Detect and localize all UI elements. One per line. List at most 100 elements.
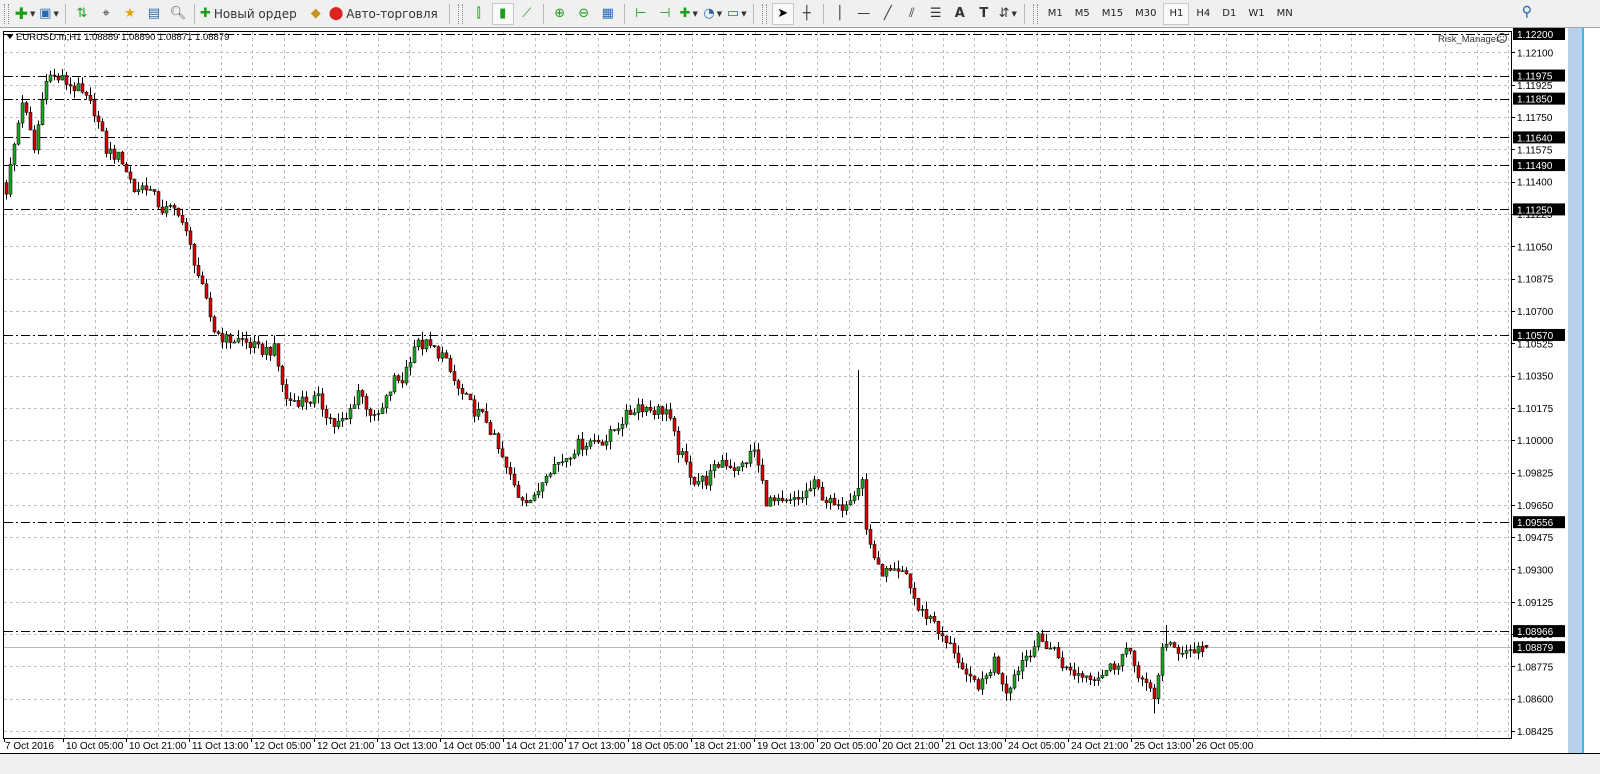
candlestick-chart-button[interactable]: ▮ <box>491 2 514 25</box>
bull-candle <box>680 451 685 455</box>
bull-candle <box>844 504 849 511</box>
bear-candle <box>640 404 645 413</box>
bull-candle <box>812 479 817 489</box>
bear-candle <box>956 652 961 664</box>
market-watch-button[interactable]: ⇅ <box>71 3 93 25</box>
metaeditor-button[interactable]: ◆ <box>305 3 327 25</box>
toolbar-grip[interactable] <box>761 3 767 24</box>
price-tick-label: 1.12100 <box>1517 48 1554 59</box>
bear-candle <box>1172 642 1177 648</box>
bear-candle <box>1044 641 1049 650</box>
trendline-button[interactable]: ╱ <box>877 3 899 25</box>
templates-button[interactable]: ▭ ▼ <box>726 3 748 25</box>
bear-candle <box>284 384 289 399</box>
bear-candle <box>132 178 137 192</box>
timeframe-mn[interactable]: MN <box>1272 3 1298 25</box>
timeframe-m5[interactable]: M5 <box>1070 3 1095 25</box>
bull-candle <box>556 461 561 465</box>
bear-candle <box>220 333 225 343</box>
periods-button[interactable]: ◔ ▼ <box>702 3 724 25</box>
text-label-button[interactable]: T <box>973 3 995 25</box>
timeframe-h1[interactable]: H1 <box>1163 2 1190 25</box>
bear-candle <box>916 598 921 611</box>
terminal-button[interactable]: ▤ <box>143 3 165 25</box>
timeframe-m15[interactable]: M15 <box>1097 3 1128 25</box>
timeframe-w1[interactable]: W1 <box>1243 3 1269 25</box>
timeframe-d1[interactable]: D1 <box>1217 3 1241 25</box>
autoscroll-button[interactable]: ⊢ <box>630 3 652 25</box>
bear-candle <box>124 163 129 173</box>
new-order-button[interactable]: ✚ Новый ордер <box>200 3 303 25</box>
bear-candle <box>228 334 233 343</box>
bear-candle <box>152 189 157 192</box>
bull-candle <box>380 407 385 414</box>
search-icon[interactable]: ⚲ <box>1522 4 1532 20</box>
bear-candle <box>52 74 57 77</box>
bar-chart-button[interactable]: ⫿ <box>468 3 490 25</box>
toolbar-grip[interactable] <box>1032 3 1038 24</box>
chart-shift-button[interactable]: ⊣ <box>654 3 676 25</box>
arrows-icon: ⇵ <box>998 6 1010 21</box>
level-price-label: 1.11850 <box>1517 95 1553 106</box>
timeframe-m1[interactable]: M1 <box>1043 3 1068 25</box>
bull-candle <box>440 352 445 359</box>
auto-trading-button[interactable]: ⬤ Авто-торговля <box>329 3 444 25</box>
cursor-button[interactable]: ➤ <box>771 2 794 25</box>
bear-candle <box>472 399 477 417</box>
timeframe-m30[interactable]: M30 <box>1130 3 1161 25</box>
bull-candle <box>980 678 985 690</box>
time-tick-label: 18 Oct 05:00 <box>631 741 689 752</box>
bull-candle <box>848 500 853 506</box>
price-tick-label: 1.09475 <box>1517 533 1554 544</box>
bear-candle <box>688 461 693 478</box>
toolbar-grip[interactable] <box>4 3 9 24</box>
chart-window[interactable]: 1.121001.119251.117501.115751.114001.112… <box>0 0 1600 774</box>
bull-candle <box>164 206 169 214</box>
bull-candle <box>860 479 865 489</box>
horizontal-line-icon: — <box>857 6 871 21</box>
fibonacci-button[interactable]: ☰ <box>925 3 947 25</box>
price-tick-label: 1.08600 <box>1517 695 1554 706</box>
navigator-button[interactable]: ⌖ <box>95 3 117 25</box>
toolbar-grip[interactable] <box>457 3 463 24</box>
bull-candle <box>336 420 341 427</box>
time-tick-label: 14 Oct 21:00 <box>506 741 564 752</box>
bull-candle <box>656 406 661 415</box>
tile-windows-button[interactable]: ▦ <box>597 3 619 25</box>
timeframe-h4[interactable]: H4 <box>1191 3 1215 25</box>
bull-candle <box>1124 648 1129 655</box>
indicators-button[interactable]: ✚ ▼ <box>678 3 700 25</box>
bull-candle <box>384 395 389 409</box>
zoom-in-button[interactable]: ⊕ <box>549 3 571 25</box>
zoom-out-button[interactable]: ⊖ <box>573 3 595 25</box>
horizontal-line-button[interactable]: — <box>853 3 875 25</box>
bear-candle <box>732 467 737 471</box>
bear-candle <box>972 675 977 680</box>
text-button[interactable]: A <box>949 3 971 25</box>
profiles-button[interactable]: ▣ ▼ <box>38 3 60 25</box>
bear-candle <box>324 408 329 419</box>
vertical-line-button[interactable]: │ <box>829 3 851 25</box>
bull-candle <box>372 414 377 416</box>
bear-candle <box>968 673 973 677</box>
arrows-button[interactable]: ⇵ ▼ <box>997 3 1019 25</box>
favorites-button[interactable]: ★ <box>119 3 141 25</box>
bear-candle <box>524 500 529 504</box>
vertical-scrollbar[interactable] <box>1568 28 1582 753</box>
bull-candle <box>884 568 889 577</box>
bull-candle <box>788 499 793 501</box>
strategy-tester-button[interactable]: 🔍︎ <box>167 3 189 25</box>
bull-candle <box>588 440 593 447</box>
level-price-label: 1.11640 <box>1517 133 1553 144</box>
line-chart-button[interactable]: ⟋ <box>516 3 538 25</box>
price-tick-label: 1.09125 <box>1517 598 1554 609</box>
new-chart-button[interactable]: ✚ ▼ <box>14 3 36 25</box>
market-watch-icon: ⇅ <box>76 6 88 21</box>
bear-candle <box>360 390 365 397</box>
price-tick-label: 1.10700 <box>1517 307 1554 318</box>
bull-candle <box>136 189 141 192</box>
line-chart-icon: ⟋ <box>522 6 532 21</box>
crosshair-button[interactable]: ┼ <box>796 3 818 25</box>
bear-candle <box>1200 645 1205 653</box>
equidistant-channel-button[interactable]: ⫽ <box>901 3 923 25</box>
